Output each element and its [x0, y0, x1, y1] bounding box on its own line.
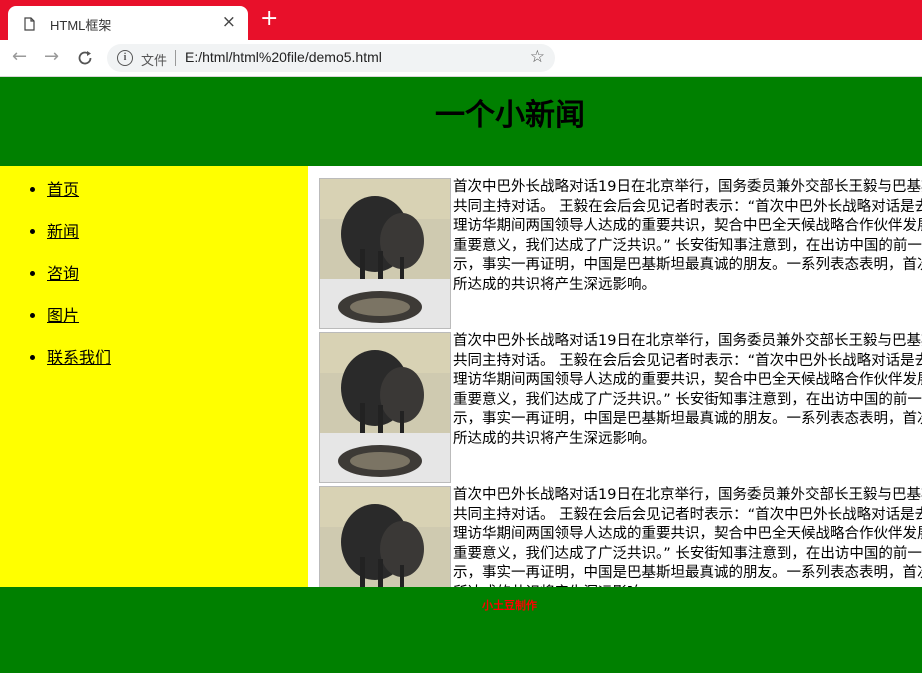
nav-item: 咨询 — [47, 260, 111, 302]
nav-item: 首页 — [47, 176, 111, 218]
bookmark-star-icon[interactable]: ☆ — [530, 47, 545, 67]
page-header: 一个小新闻 — [0, 77, 922, 166]
nav-link-home[interactable]: 首页 — [47, 180, 79, 199]
news-paragraph: 首次中巴外长战略对话19日在北京举行，国务委员兼外交部长王毅与巴基斯坦外交部长库… — [453, 179, 922, 293]
nav-list: 首页 新闻 咨询 图片 联系我们 — [0, 176, 111, 386]
nav-item: 图片 — [47, 302, 111, 344]
browser-tab[interactable]: HTML框架 × — [8, 6, 248, 40]
news-content: 首次中巴外长战略对话19日在北京举行，国务委员兼外交部长王毅与巴基斯坦外交部长库… — [308, 166, 922, 587]
file-label: 文件 — [141, 53, 168, 68]
browser-tab-bar: HTML框架 × + — [0, 0, 922, 40]
new-tab-icon[interactable]: + — [260, 8, 278, 30]
news-paragraph: 首次中巴外长战略对话19日在北京举行，国务委员兼外交部长王毅与巴基斯坦外交部长库… — [453, 487, 922, 587]
news-image — [319, 178, 451, 329]
page-footer: 小土豆制作 — [0, 587, 922, 673]
address-separator — [175, 50, 176, 66]
nav-link-consult[interactable]: 咨询 — [47, 264, 79, 283]
nav-link-pictures[interactable]: 图片 — [47, 306, 79, 325]
winter-landscape-image — [320, 333, 450, 482]
page-title: 一个小新闻 — [435, 98, 585, 133]
news-image — [319, 486, 451, 587]
forward-icon[interactable]: → — [44, 48, 59, 66]
sidebar: 首页 新闻 咨询 图片 联系我们 — [0, 166, 308, 587]
info-icon[interactable]: i — [117, 50, 133, 66]
news-item: 首次中巴外长战略对话19日在北京举行，国务委员兼外交部长王毅与巴基斯坦外交部长库… — [319, 178, 922, 329]
nav-item: 新闻 — [47, 218, 111, 260]
news-image — [319, 332, 451, 483]
address-bar[interactable]: i 文件 E:/html/html%20file/demo5.html ☆ — [107, 44, 555, 72]
nav-link-contact[interactable]: 联系我们 — [47, 348, 111, 367]
nav-link-news[interactable]: 新闻 — [47, 222, 79, 241]
winter-landscape-image — [320, 487, 450, 587]
browser-toolbar: ← → i 文件 E:/html/html%20file/demo5.html … — [0, 40, 922, 102]
url-text[interactable]: E:/html/html%20file/demo5.html — [185, 49, 382, 65]
news-paragraph: 首次中巴外长战略对话19日在北京举行，国务委员兼外交部长王毅与巴基斯坦外交部长库… — [453, 333, 922, 447]
reload-icon[interactable] — [76, 49, 94, 67]
footer-credit: 小土豆制作 — [482, 599, 537, 612]
tab-title: HTML框架 — [50, 18, 112, 33]
back-icon[interactable]: ← — [12, 48, 27, 66]
close-tab-icon[interactable]: × — [222, 12, 236, 32]
news-item: 首次中巴外长战略对话19日在北京举行，国务委员兼外交部长王毅与巴基斯坦外交部长库… — [319, 332, 922, 483]
winter-landscape-image — [320, 179, 450, 328]
document-icon — [24, 17, 35, 31]
news-item: 首次中巴外长战略对话19日在北京举行，国务委员兼外交部长王毅与巴基斯坦外交部长库… — [319, 486, 922, 587]
nav-item: 联系我们 — [47, 344, 111, 386]
